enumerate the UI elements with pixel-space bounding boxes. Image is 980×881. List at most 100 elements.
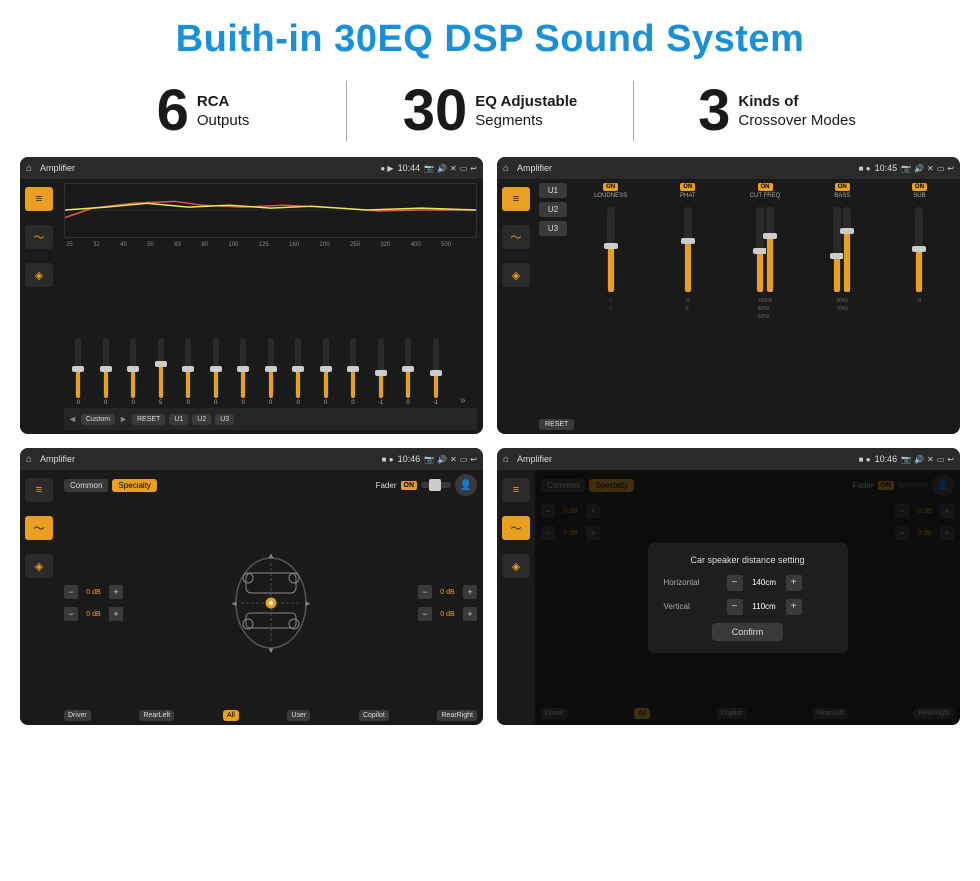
dist-main: Common Specialty Fader ON 👤 − (535, 470, 960, 725)
dist-sidebar-spk-icon[interactable]: ◈ (502, 554, 530, 578)
eq-reset-btn[interactable]: RESET (132, 414, 165, 425)
fader-tab-specialty[interactable]: Specialty (112, 479, 156, 492)
eq-expand-btn[interactable]: » (460, 395, 466, 406)
fader-rearleft-btn[interactable]: RearLeft (139, 710, 174, 721)
xo-sidebar-wave-icon[interactable]: 〜 (502, 225, 530, 249)
fader-main: Common Specialty Fader ON 👤 (58, 470, 483, 725)
car-svg: ▲ ▼ ◄ ► (226, 548, 316, 658)
eq-u3-btn[interactable]: U3 (215, 414, 234, 425)
svg-text:▲: ▲ (267, 551, 275, 560)
eq-content: ≡ 〜 ◈ 25 32 4 (20, 179, 483, 434)
fader-left-vol2-minus[interactable]: − (64, 607, 78, 621)
eq-topbar: ⌂ Amplifier ● ▶ 10:44 📷 🔊 ✕ ▭ ↩ (20, 157, 483, 179)
modal-vertical-value: 110cm (747, 602, 782, 611)
eq-next-btn[interactable]: ► (119, 414, 128, 424)
fader-all-btn[interactable]: All (223, 710, 239, 721)
fader-left-vol1-val: 0 dB (81, 589, 106, 596)
eq-sidebar-wave-icon[interactable]: 〜 (25, 225, 53, 249)
eq-sidebar-spk-icon[interactable]: ◈ (25, 263, 53, 287)
fader-home-icon: ⌂ (26, 454, 32, 465)
stat-rca-number: 6 (157, 82, 189, 140)
eq-slider-6[interactable]: 0 (213, 338, 219, 406)
eq-u2-btn[interactable]: U2 (192, 414, 211, 425)
eq-bottom-bar: ◄ Custom ► RESET U1 U2 U3 (64, 408, 477, 430)
fader-label: Fader (376, 481, 397, 490)
fader-sidebar: ≡ 〜 ◈ (20, 470, 58, 725)
fader-copilot-btn[interactable]: Copilot (359, 710, 389, 721)
xo-channel-sub: ON SUB G (883, 183, 956, 413)
eq-slider-5[interactable]: 0 (185, 338, 191, 406)
xo-reset-btn[interactable]: RESET (539, 419, 574, 430)
modal-vertical-plus[interactable]: + (786, 599, 802, 615)
eq-slider-11[interactable]: 0 (350, 338, 356, 406)
fader-dot-icon: ■ ● (382, 455, 394, 464)
modal-vertical-control: − 110cm + (727, 599, 802, 615)
xo-home-icon: ⌂ (503, 163, 509, 174)
fader-sidebar-eq-icon[interactable]: ≡ (25, 478, 53, 502)
xo-u1-btn[interactable]: U1 (539, 183, 567, 198)
fader-user-btn[interactable]: User (287, 710, 310, 721)
eq-slider-3[interactable]: 0 (130, 338, 136, 406)
eq-slider-14[interactable]: -1 (433, 338, 439, 406)
eq-slider-10[interactable]: 0 (323, 338, 329, 406)
eq-slider-13[interactable]: 0 (405, 338, 411, 406)
distance-modal-overlay: Car speaker distance setting Horizontal … (535, 470, 960, 725)
xo-u3-btn[interactable]: U3 (539, 221, 567, 236)
fader-right-vol2-val: 0 dB (435, 611, 460, 618)
eq-freq-labels: 25 32 40 50 63 80 100 125 160 200 250 32… (64, 242, 477, 248)
fader-left-vol1-minus[interactable]: − (64, 585, 78, 599)
xo-u2-btn[interactable]: U2 (539, 202, 567, 217)
modal-vertical-minus[interactable]: − (727, 599, 743, 615)
xo-time: 10:45 (875, 163, 898, 173)
xo-title: Amplifier (517, 163, 855, 173)
dist-sidebar-eq-icon[interactable]: ≡ (502, 478, 530, 502)
eq-slider-4[interactable]: 5 (158, 338, 164, 406)
fader-content: ≡ 〜 ◈ Common Specialty Fader ON (20, 470, 483, 725)
fader-left-vol2-plus[interactable]: + (109, 607, 123, 621)
fader-driver-btn[interactable]: Driver (64, 710, 91, 721)
eq-u1-btn[interactable]: U1 (169, 414, 188, 425)
page-title: Buith-in 30EQ DSP Sound System (0, 0, 980, 71)
fader-right-vol1-minus[interactable]: − (418, 585, 432, 599)
eq-dot-icon: ● ▶ (380, 164, 393, 173)
fader-left-controls: − 0 dB + − 0 dB + (64, 585, 123, 621)
stat-crossover-text: Kinds of Crossover Modes (738, 92, 856, 131)
eq-slider-2[interactable]: 0 (103, 338, 109, 406)
eq-slider-12[interactable]: -1 (378, 338, 384, 406)
dist-sidebar-wave-icon[interactable]: 〜 (502, 516, 530, 540)
modal-horizontal-plus[interactable]: + (786, 575, 802, 591)
xo-dot-icon: ■ ● (859, 164, 871, 173)
eq-slider-9[interactable]: 0 (295, 338, 301, 406)
fader-right-vol2-plus[interactable]: + (463, 607, 477, 621)
fader-right-vol1-plus[interactable]: + (463, 585, 477, 599)
fader-sidebar-spk-icon[interactable]: ◈ (25, 554, 53, 578)
fader-right-vol2-minus[interactable]: − (418, 607, 432, 621)
eq-sliders-row: 0 0 0 5 0 (64, 250, 477, 406)
eq-time: 10:44 (398, 163, 421, 173)
car-diagram-wrapper: ▲ ▼ ◄ ► (129, 548, 412, 658)
fader-tabs: Common Specialty (64, 479, 157, 492)
fader-rearright-btn[interactable]: RearRight (437, 710, 477, 721)
eq-slider-8[interactable]: 0 (268, 338, 274, 406)
fader-right-controls: − 0 dB + − 0 dB + (418, 585, 477, 621)
eq-sidebar-eq-icon[interactable]: ≡ (25, 187, 53, 211)
modal-vertical-row: Vertical − 110cm + (664, 599, 832, 615)
fader-tab-common[interactable]: Common (64, 479, 108, 492)
stat-eq: 30 EQ Adjustable Segments (347, 82, 633, 140)
eq-prev-btn[interactable]: ◄ (68, 414, 77, 424)
xo-sidebar-eq-icon[interactable]: ≡ (502, 187, 530, 211)
xo-sidebar-spk-icon[interactable]: ◈ (502, 263, 530, 287)
fader-right-vol-2: − 0 dB + (418, 607, 477, 621)
eq-slider-1[interactable]: 0 (75, 338, 81, 406)
fader-sidebar-wave-icon[interactable]: 〜 (25, 516, 53, 540)
fader-left-vol1-plus[interactable]: + (109, 585, 123, 599)
stat-rca: 6 RCA Outputs (60, 82, 346, 140)
eq-back-icon: ↩ (470, 164, 477, 173)
eq-slider-7[interactable]: 0 (240, 338, 246, 406)
eq-custom-btn[interactable]: Custom (81, 414, 115, 425)
eq-top-icons: 📷 🔊 ✕ ▭ ↩ (424, 164, 477, 173)
xo-u-buttons: U1 U2 U3 (539, 183, 567, 413)
modal-horizontal-minus[interactable]: − (727, 575, 743, 591)
fader-left-vol-2: − 0 dB + (64, 607, 123, 621)
modal-confirm-button[interactable]: Confirm (712, 623, 784, 641)
